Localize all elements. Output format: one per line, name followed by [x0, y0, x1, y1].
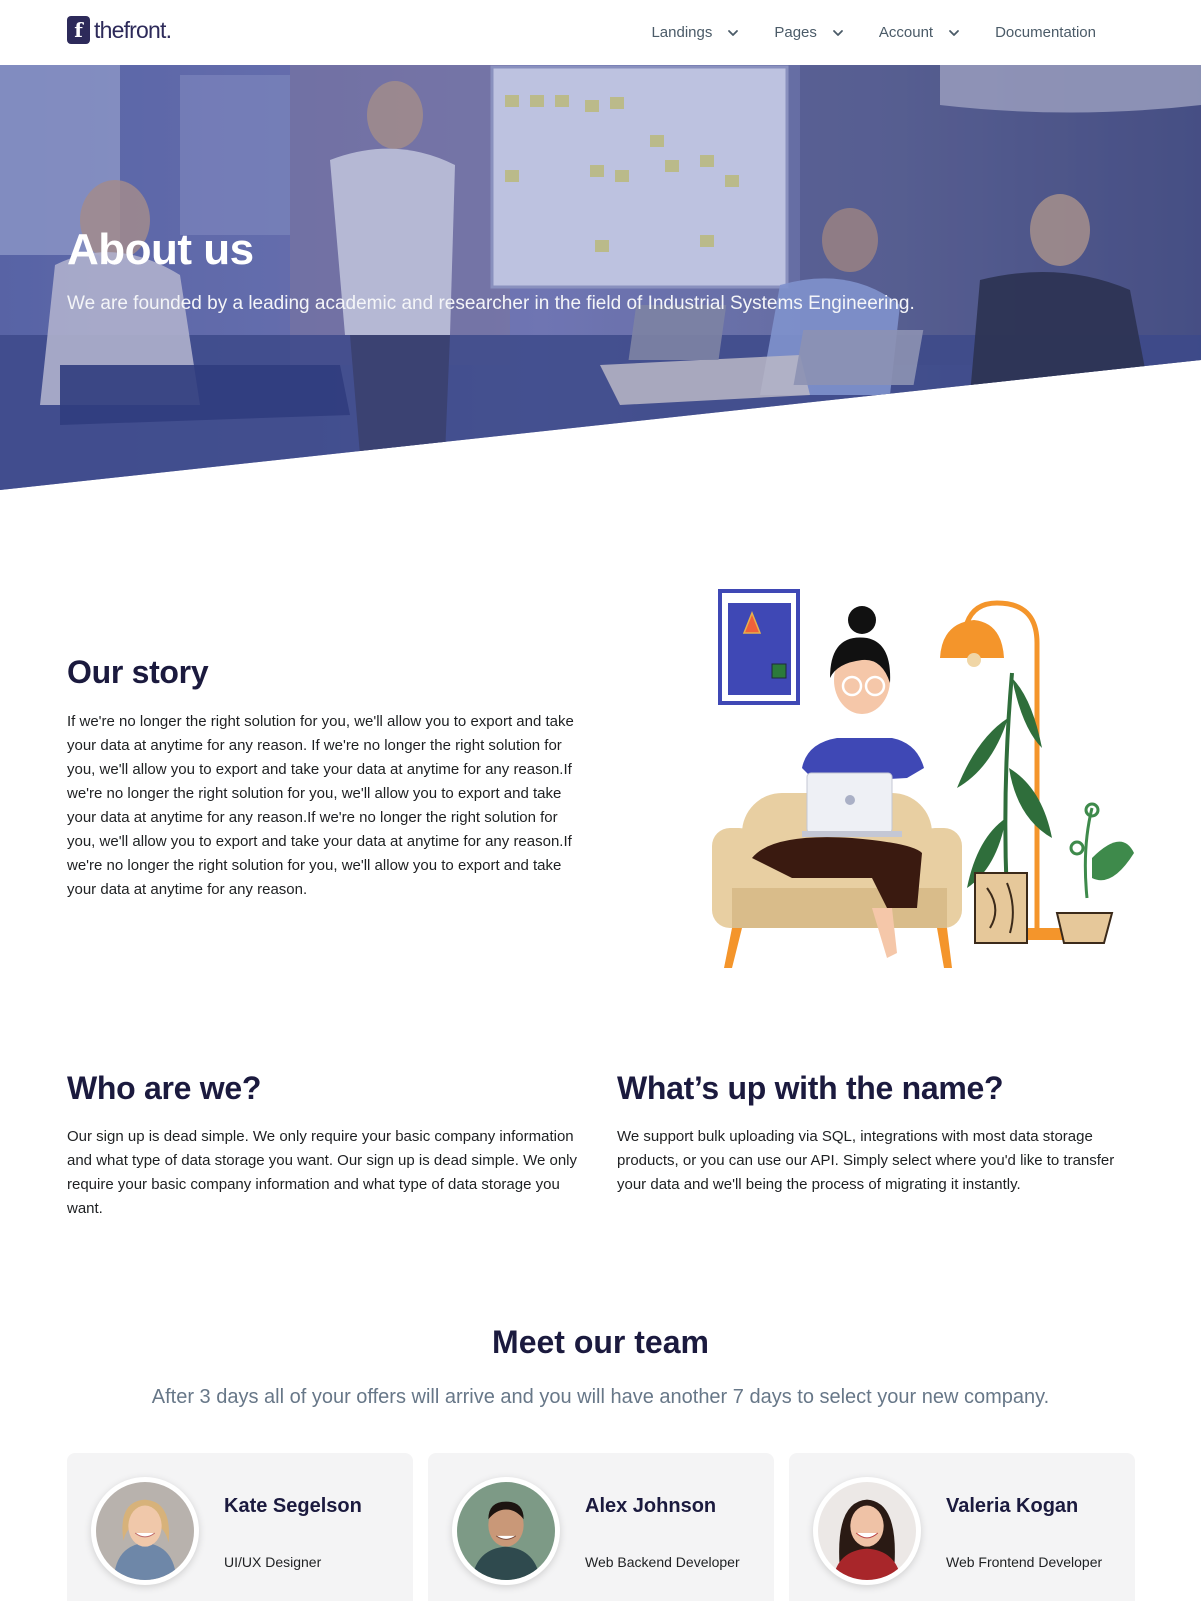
avatar: [452, 1477, 560, 1585]
team-member-card[interactable]: Kate Segelson UI/UX Designer: [67, 1453, 413, 1601]
who-title: Who are we?: [67, 1070, 262, 1106]
hero-team-photo: [0, 65, 1201, 490]
avatar: [91, 1477, 199, 1585]
brand-name: thefront.: [94, 16, 172, 43]
main-nav: Landings Pages Account Documentation: [617, 0, 1096, 65]
brand-logo[interactable]: f thefront.: [67, 16, 172, 44]
top-navbar: f thefront. Landings Pages Account Docum…: [0, 0, 1201, 65]
nav-item-documentation[interactable]: Documentation: [995, 24, 1096, 41]
chevron-down-icon: [831, 26, 845, 40]
nav-item-label: Documentation: [995, 24, 1096, 41]
hero-title: About us: [67, 225, 254, 274]
name-text: We support bulk uploading via SQL, integ…: [617, 1128, 1115, 1193]
member-name: Kate Segelson: [224, 1495, 362, 1517]
nav-item-landings[interactable]: Landings: [651, 24, 740, 41]
team-title: Meet our team: [492, 1324, 709, 1360]
nav-item-label: Landings: [651, 24, 713, 41]
team-member-card[interactable]: Valeria Kogan Web Frontend Developer: [789, 1453, 1135, 1601]
nav-item-label: Account: [878, 24, 934, 41]
story-title: Our story: [67, 654, 209, 690]
member-name: Valeria Kogan: [946, 1495, 1079, 1517]
nav-item-pages[interactable]: Pages: [774, 24, 845, 41]
woman-with-laptop-illustration: [712, 588, 1137, 980]
team-member-card[interactable]: Alex Johnson Web Backend Developer: [428, 1453, 774, 1601]
member-role: UI/UX Designer: [224, 1554, 322, 1570]
chevron-down-icon: [947, 26, 961, 40]
nav-item-account[interactable]: Account: [879, 24, 961, 41]
avatar: [813, 1477, 921, 1585]
hero-section: About us We are founded by a leading aca…: [0, 65, 1201, 490]
team-subtitle: After 3 days all of your offers will arr…: [151, 1386, 1050, 1408]
chevron-down-icon: [726, 26, 740, 40]
hero-subtitle: We are founded by a leading academic and…: [67, 293, 915, 314]
member-name: Alex Johnson: [585, 1495, 717, 1517]
who-text: Our sign up is dead simple. We only requ…: [67, 1128, 578, 1217]
member-role: Web Backend Developer: [585, 1554, 740, 1570]
nav-item-label: Pages: [774, 24, 817, 41]
story-text: If we're no longer the right solution fo…: [67, 713, 574, 898]
member-role: Web Frontend Developer: [946, 1554, 1103, 1570]
logo-icon: f: [67, 16, 90, 44]
name-title: What’s up with the name?: [617, 1070, 1004, 1106]
